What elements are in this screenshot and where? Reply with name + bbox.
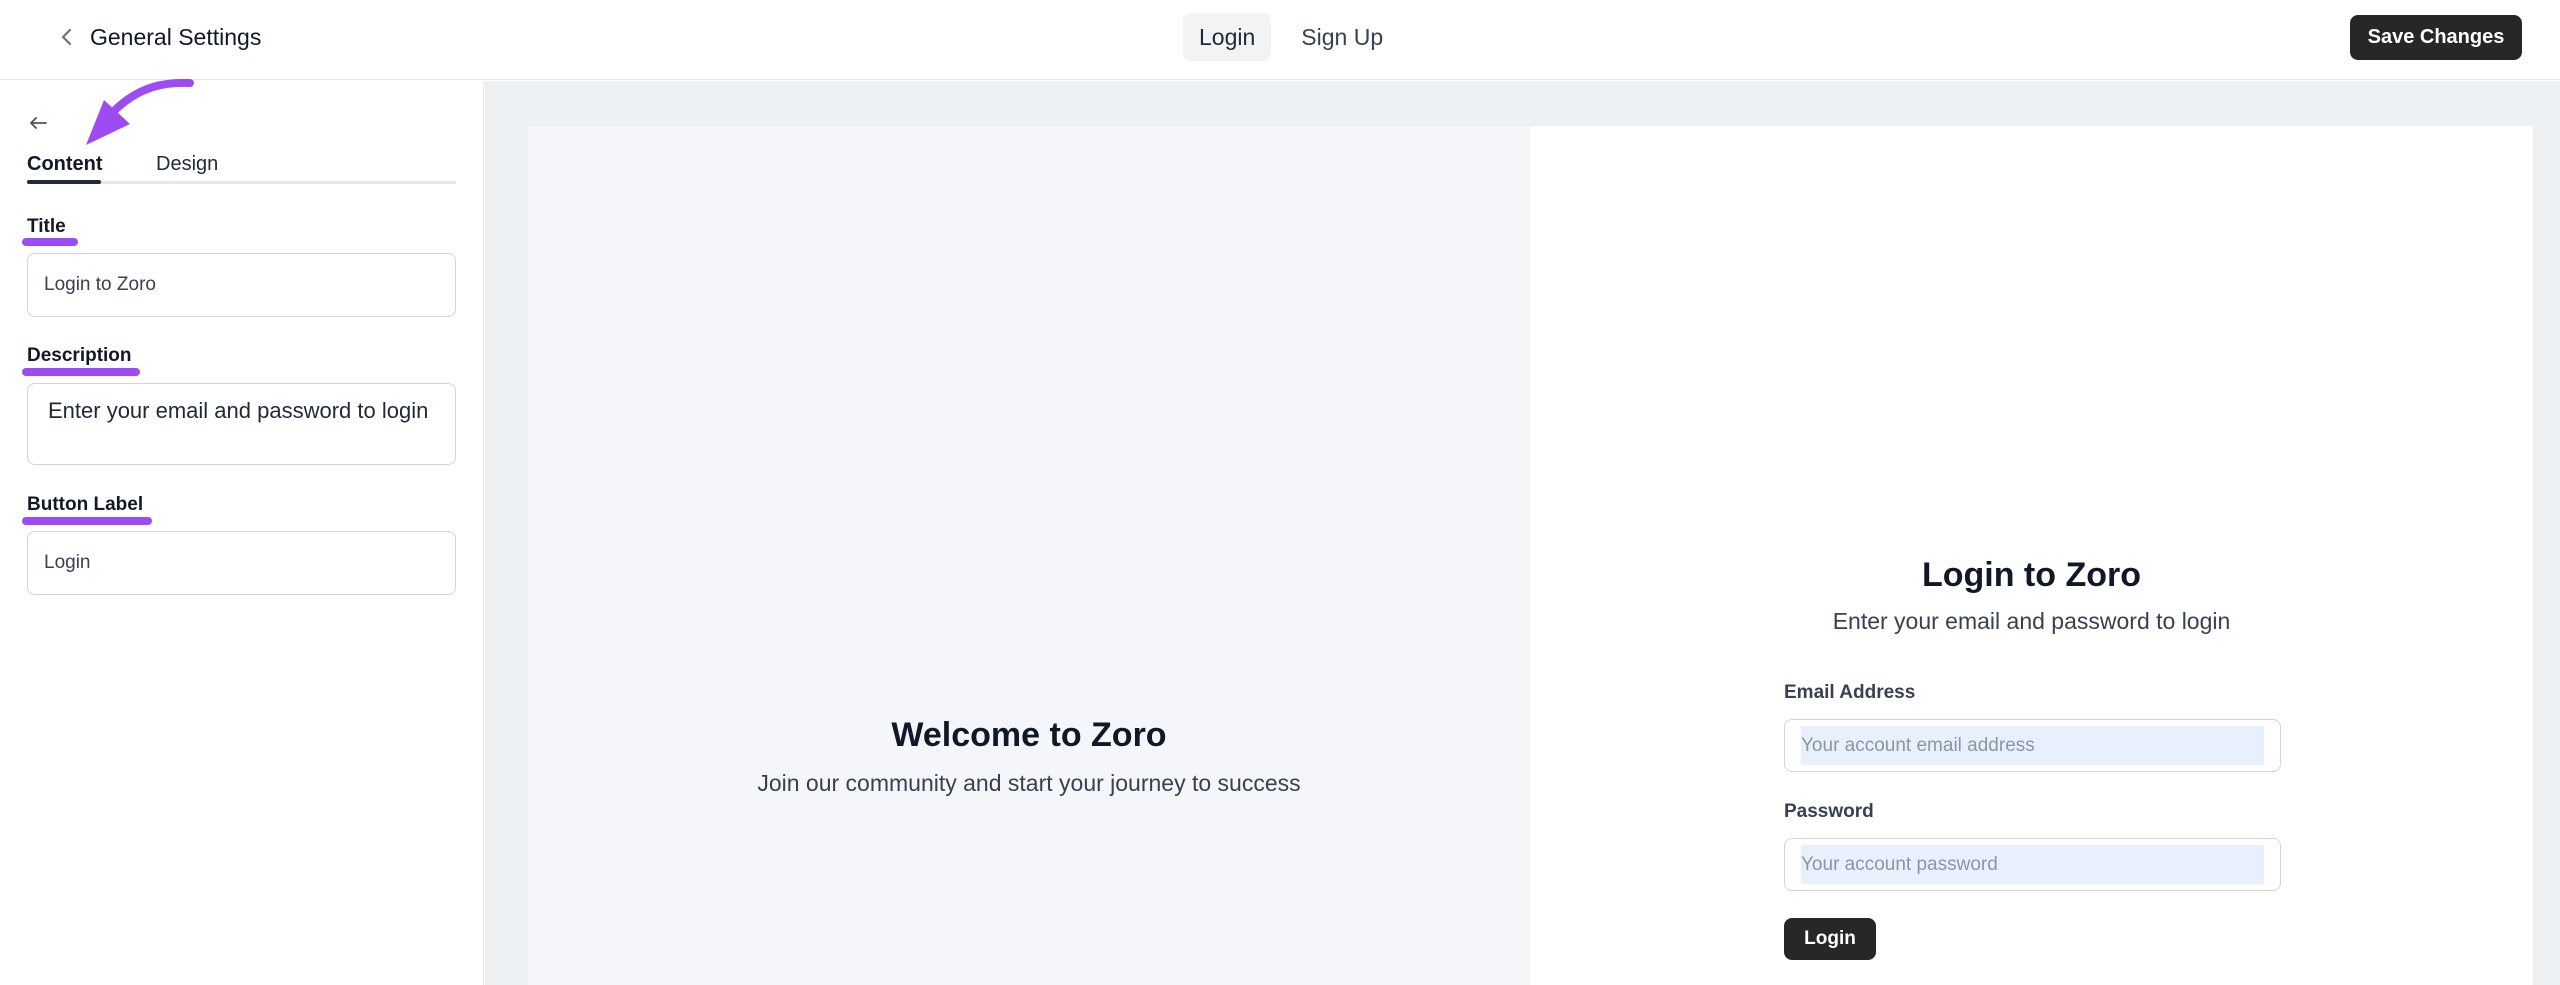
tab-sign-up[interactable]: Sign Up: [1285, 13, 1399, 61]
button-label-highlight: [22, 517, 152, 525]
tab-login[interactable]: Login: [1183, 13, 1272, 61]
top-bar: General Settings Login Sign Up Save Chan…: [0, 0, 2560, 80]
title-label-highlight: [22, 238, 78, 246]
login-title: Login to Zoro: [1921, 556, 2142, 594]
active-tab-indicator: [27, 180, 101, 184]
password-field: [1784, 838, 2281, 891]
email-label: Email Address: [1784, 682, 1916, 703]
email-input[interactable]: [1801, 726, 2264, 765]
title-input[interactable]: Login to Zoro: [27, 253, 456, 317]
button-label-input[interactable]: Login: [27, 531, 456, 595]
save-changes-button[interactable]: Save Changes: [2350, 15, 2522, 60]
sidebar-tabs: Content Design: [27, 72, 456, 192]
description-field-label: Description: [27, 345, 132, 366]
password-input[interactable]: [1801, 845, 2264, 884]
login-button[interactable]: Login: [1784, 918, 1876, 960]
button-label-field-label: Button Label: [27, 494, 144, 515]
mode-tabs: Login Sign Up: [1183, 13, 1399, 61]
back-button[interactable]: [52, 22, 82, 52]
preview-welcome-panel: [528, 126, 1530, 985]
email-field: [1784, 719, 2281, 772]
login-description: Enter your email and password to login: [1832, 608, 2231, 634]
description-textarea[interactable]: Enter your email and password to login: [27, 383, 456, 465]
page-title: General Settings: [90, 24, 262, 50]
welcome-title: Welcome to Zoro: [891, 716, 1167, 754]
title-field-label: Title: [27, 216, 66, 237]
password-label: Password: [1784, 801, 1874, 822]
tab-design[interactable]: Design: [156, 153, 218, 176]
chevron-left-icon: [61, 28, 72, 46]
description-label-highlight: [22, 368, 140, 376]
tab-content[interactable]: Content: [27, 153, 103, 176]
welcome-subtitle: Join our community and start your journe…: [757, 770, 1301, 796]
